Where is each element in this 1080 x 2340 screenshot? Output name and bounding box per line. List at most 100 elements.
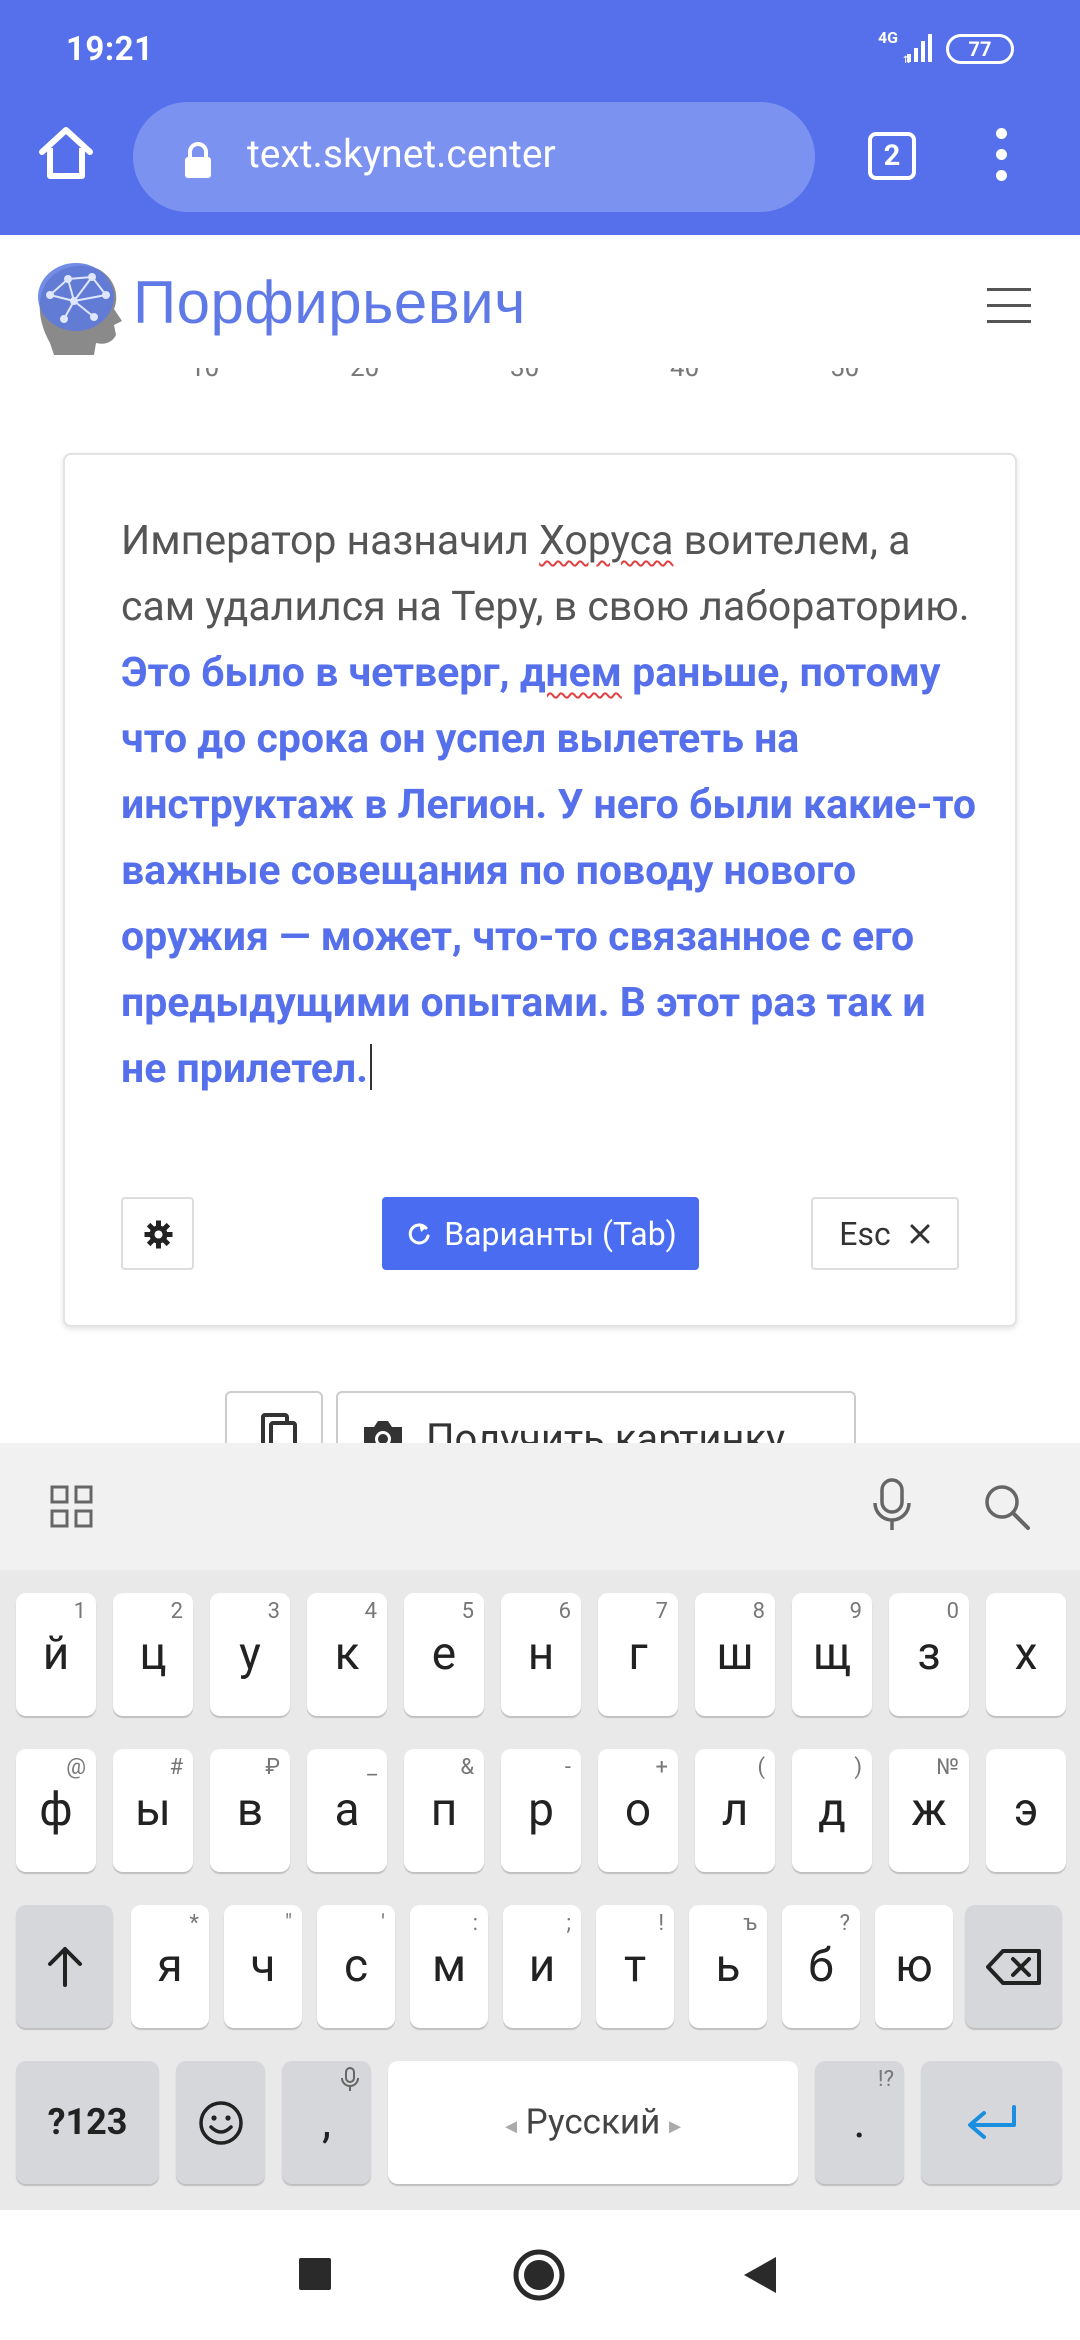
key-ы[interactable]: # ы [113, 1749, 193, 1872]
story-text-editor[interactable]: Император назначил Хоруса воителем, а са… [121, 508, 981, 1102]
key-л[interactable]: (л [695, 1749, 775, 1872]
shift-key[interactable] [16, 1905, 113, 2028]
key-ч[interactable]: " ч [224, 1905, 302, 2028]
key-и[interactable]: ; и [503, 1905, 581, 2028]
numbers-symbols-key[interactable]: ?123 [16, 2061, 159, 2184]
key-б[interactable]: ? б [782, 1905, 860, 2028]
svg-text:⇅: ⇅ [903, 55, 911, 64]
key-hint: № [936, 1755, 959, 1780]
user-text-misspelled-word: Хоруса [539, 517, 674, 565]
key-hint: * [189, 1911, 199, 1936]
scrolled-content-edge: 1020304050 [180, 368, 900, 380]
emoji-key[interactable] [176, 2061, 265, 2184]
smiley-icon [199, 2101, 243, 2145]
generated-text: Это было в четверг, [121, 649, 520, 697]
key-а[interactable]: _ а [307, 1749, 387, 1872]
key-hint: 3 [267, 1599, 280, 1624]
refresh-icon [408, 1222, 430, 1244]
shift-arrow-icon [48, 1947, 82, 1987]
key-к[interactable]: 4к [307, 1593, 387, 1716]
key-н[interactable]: 6н [501, 1593, 581, 1716]
browser-menu-icon[interactable] [986, 128, 1016, 188]
key-й[interactable]: 1й [16, 1593, 96, 1716]
key-label: к [334, 1626, 360, 1681]
key-label: з [917, 1626, 941, 1681]
key-х[interactable]: х [986, 1593, 1066, 1716]
key-щ[interactable]: 9щ [792, 1593, 872, 1716]
key-label: т [623, 1938, 647, 1993]
key-hint: ! [658, 1911, 664, 1936]
key-label: щ [812, 1626, 852, 1681]
key-в[interactable]: ₽ в [210, 1749, 290, 1872]
key-label: ж [911, 1782, 947, 1837]
key-э[interactable]: э [986, 1749, 1066, 1872]
key-label: в [236, 1782, 264, 1837]
key-label: д [818, 1782, 846, 1837]
url-text[interactable]: text.skynet.center [247, 131, 556, 177]
key-е[interactable]: 5е [404, 1593, 484, 1716]
escape-button[interactable]: Esc [811, 1197, 959, 1270]
key-ю[interactable]: ю [875, 1905, 953, 2028]
recent-apps-icon[interactable] [299, 2258, 331, 2290]
home-nav-icon[interactable] [511, 2247, 567, 2303]
key-р[interactable]: -р [501, 1749, 581, 1872]
key-label: о [624, 1782, 652, 1837]
key-о[interactable]: + о [598, 1749, 678, 1872]
period-key[interactable]: !?. [815, 2061, 904, 2184]
key-label: с [343, 1938, 369, 1993]
apps-grid-icon[interactable] [48, 1483, 96, 1531]
home-icon[interactable] [30, 118, 102, 190]
key-hint: # [169, 1755, 183, 1780]
key-label: у [239, 1626, 261, 1681]
lock-icon [185, 142, 211, 178]
key-hint: ₽ [265, 1755, 280, 1780]
voice-input-icon [341, 2067, 359, 2091]
key-hint: 8 [752, 1599, 765, 1624]
key-label: б [808, 1938, 834, 1993]
key-label: ф [39, 1782, 73, 1837]
key-ж[interactable]: № ж [889, 1749, 969, 1872]
key-hint: 1 [73, 1599, 86, 1624]
key-hint: ; [566, 1911, 571, 1936]
key-ф[interactable]: @ ф [16, 1749, 96, 1872]
gear-icon [144, 1220, 173, 1249]
key-ц[interactable]: 2ц [113, 1593, 193, 1716]
generated-text-misspelled-word: днем [519, 649, 622, 697]
key-ь[interactable]: ъь [689, 1905, 767, 2028]
key-hint: ) [854, 1755, 862, 1780]
key-label: ц [139, 1626, 167, 1681]
key-з[interactable]: 0з [889, 1593, 969, 1716]
key-hint: @ [66, 1755, 86, 1780]
key-hint: 2 [170, 1599, 183, 1624]
esc-label: Esc [839, 1214, 891, 1253]
backspace-key[interactable] [965, 1905, 1062, 2028]
search-icon[interactable] [982, 1482, 1032, 1532]
microphone-icon[interactable] [870, 1477, 914, 1533]
key-hint: _ [367, 1755, 377, 1780]
key-я[interactable]: * я [131, 1905, 209, 2028]
key-hint: : [472, 1911, 478, 1936]
generated-text: раньше, потому что до срока он успел выл… [121, 649, 976, 1093]
site-brand[interactable]: Порфирьевич [133, 268, 526, 337]
key-м[interactable]: :м [410, 1905, 488, 2028]
enter-arrow-icon [968, 2105, 1016, 2139]
settings-button[interactable] [121, 1197, 194, 1270]
space-key[interactable]: ◂ Русский ▸ [388, 2061, 798, 2184]
tab-switcher-button[interactable]: 2 [868, 132, 916, 180]
key-т[interactable]: ! т [596, 1905, 674, 2028]
key-ш[interactable]: 8ш [695, 1593, 775, 1716]
key-д[interactable]: ) д [792, 1749, 872, 1872]
key-г[interactable]: 7г [598, 1593, 678, 1716]
variants-label: Варианты (Tab) [444, 1214, 677, 1253]
enter-key[interactable] [921, 2061, 1062, 2184]
key-hint: 5 [461, 1599, 474, 1624]
key-с[interactable]: ' с [317, 1905, 395, 2028]
key-hint: 6 [558, 1599, 571, 1624]
variants-button[interactable]: Варианты (Tab) [382, 1197, 699, 1270]
key-п[interactable]: & п [404, 1749, 484, 1872]
back-nav-icon[interactable] [740, 2253, 780, 2297]
key-у[interactable]: 3у [210, 1593, 290, 1716]
comma-key[interactable]: , [282, 2061, 371, 2184]
close-icon [910, 1224, 930, 1243]
hamburger-menu-icon[interactable] [987, 288, 1031, 324]
